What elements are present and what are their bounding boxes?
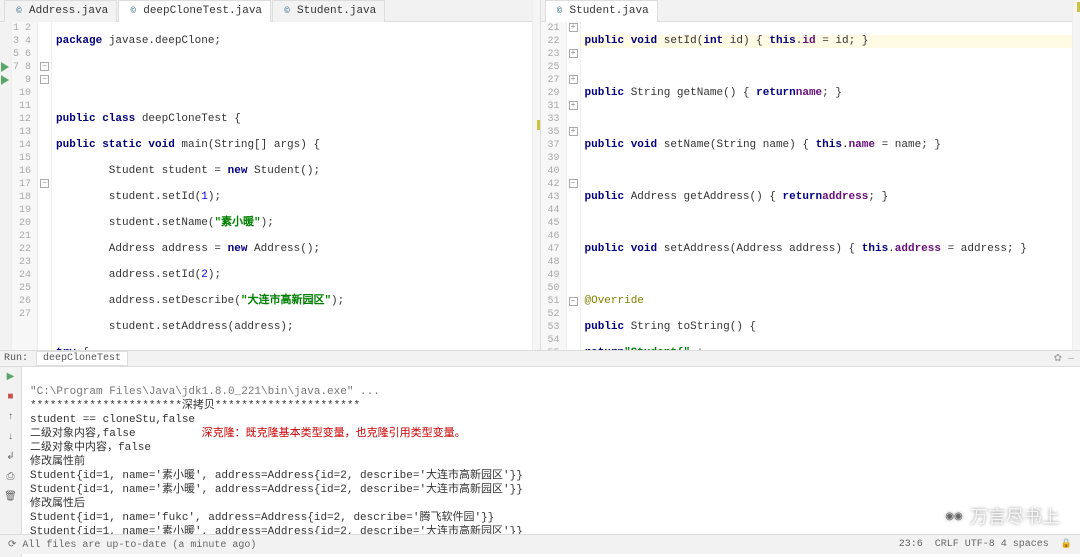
trash-icon[interactable]: 🗑 (3, 489, 19, 505)
run-toolbar: ▶ ■ ↑ ↓ ↲ ⎙ 🗑 (0, 367, 22, 557)
wechat-icon: ◉◉ (942, 506, 966, 526)
status-bar: ⟳ All files are up-to-date (a minute ago… (0, 534, 1080, 554)
fold-marker[interactable]: − (569, 297, 578, 306)
console-line: Student{id=1, name='素小暖', address=Addres… (30, 484, 523, 496)
left-minimap[interactable] (532, 0, 540, 350)
wrap-icon[interactable]: ↲ (3, 449, 19, 465)
console-line: 修改属性前 (30, 456, 85, 468)
up-icon[interactable]: ↑ (3, 409, 19, 425)
console-line: 二级对象内容,false (30, 428, 136, 440)
status-right: 23:6 CRLF UTF-8 4 spaces 🔒 (899, 539, 1072, 550)
tab-label: Address.java (29, 5, 108, 17)
fold-marker[interactable]: − (40, 75, 49, 84)
run-config-tab[interactable]: deepCloneTest (36, 351, 128, 366)
console-line: 二级对象中内容，false (30, 442, 151, 454)
print-icon[interactable]: ⎙ (3, 469, 19, 485)
fold-marker[interactable]: + (569, 101, 578, 110)
run-label: Run: (4, 353, 28, 364)
line-number-gutter: 21 22 23 25 27 29 31 33 35 37 39 40 42 4… (541, 22, 567, 350)
left-code-area[interactable]: package javase.deepClone; public class d… (52, 22, 540, 350)
editor-split: © Address.java © deepCloneTest.java © Stude… (0, 0, 1080, 350)
run-gutter (0, 22, 12, 350)
run-header: Run: deepCloneTest ✿ — (0, 351, 1080, 367)
watermark: ◉◉ 万言尽书上 (942, 503, 1060, 529)
left-editor-pane: © Address.java © deepCloneTest.java © Stude… (0, 0, 541, 350)
line-number-gutter: 1 2 3 4 5 6 7 8 9 10 11 12 13 14 15 16 1… (12, 22, 38, 350)
java-file-icon: © (127, 5, 139, 17)
fold-marker[interactable]: − (40, 179, 49, 188)
fold-marker[interactable]: + (569, 127, 578, 136)
tab-label: Student.java (297, 5, 376, 17)
console-line: Student{id=1, name='fukc', address=Addre… (30, 512, 494, 524)
run-main-icon[interactable] (1, 75, 9, 85)
tab-student[interactable]: © Student.java (272, 0, 385, 22)
right-editor-pane: © Student.java 21 22 23 25 27 29 31 33 35… (541, 0, 1080, 350)
console-cmd: "C:\Program Files\Java\jdk1.8.0_221\bin\… (30, 386, 380, 398)
tab-student-right[interactable]: © Student.java (545, 0, 658, 22)
console-annotation: 深克隆：既克隆基本类型变量，也克隆引用类型变量。 (202, 428, 466, 440)
fold-marker[interactable]: + (569, 75, 578, 84)
java-file-icon: © (13, 5, 25, 17)
fold-gutter: − − − (38, 22, 52, 350)
tab-address[interactable]: © Address.java (4, 0, 117, 22)
fold-marker[interactable]: − (40, 62, 49, 71)
run-panel: Run: deepCloneTest ✿ — ▶ ■ ↑ ↓ ↲ ⎙ 🗑 "C:… (0, 350, 1080, 512)
sync-icon: ⟳ (8, 540, 22, 551)
java-file-icon: © (281, 5, 293, 17)
console-output[interactable]: "C:\Program Files\Java\jdk1.8.0_221\bin\… (22, 367, 1080, 557)
rerun-icon[interactable]: ▶ (3, 369, 19, 385)
left-editor-body[interactable]: 1 2 3 4 5 6 7 8 9 10 11 12 13 14 15 16 1… (0, 22, 540, 350)
gear-icon[interactable]: ✿ — (1054, 353, 1074, 365)
caret-position[interactable]: 23:6 (899, 539, 923, 550)
fold-marker[interactable]: + (569, 23, 578, 32)
status-left: ⟳ All files are up-to-date (a minute ago… (8, 539, 256, 551)
fold-gutter: + + + + + − − (567, 22, 581, 350)
fold-marker[interactable]: + (569, 49, 578, 58)
console-line: Student{id=1, name='素小暖', address=Addres… (30, 470, 523, 482)
tab-label: deepCloneTest.java (143, 5, 262, 17)
tab-label: Student.java (570, 5, 649, 17)
tab-deepclonetest[interactable]: © deepCloneTest.java (118, 0, 271, 22)
down-icon[interactable]: ↓ (3, 429, 19, 445)
left-tab-bar: © Address.java © deepCloneTest.java © Stude… (0, 0, 540, 22)
watermark-text: 万言尽书上 (970, 503, 1060, 529)
run-body: ▶ ■ ↑ ↓ ↲ ⎙ 🗑 "C:\Program Files\Java\jdk… (0, 367, 1080, 557)
right-code-area[interactable]: public void setId(int id) { this.id = id… (581, 22, 1080, 350)
console-line: 修改属性后 (30, 498, 85, 510)
java-file-icon: © (554, 5, 566, 17)
fold-marker[interactable]: − (569, 179, 578, 188)
right-editor-body[interactable]: 21 22 23 25 27 29 31 33 35 37 39 40 42 4… (541, 22, 1080, 350)
lock-icon[interactable]: 🔒 (1061, 539, 1072, 550)
encoding-indicator[interactable]: CRLF UTF-8 4 spaces (935, 539, 1049, 550)
console-line: ***********************深拷贝**************… (30, 400, 360, 412)
right-tab-bar: © Student.java (541, 0, 1080, 22)
stop-icon[interactable]: ■ (3, 389, 19, 405)
run-class-icon[interactable] (1, 62, 9, 72)
right-minimap[interactable] (1072, 0, 1080, 350)
console-line: student == cloneStu,false (30, 414, 195, 426)
